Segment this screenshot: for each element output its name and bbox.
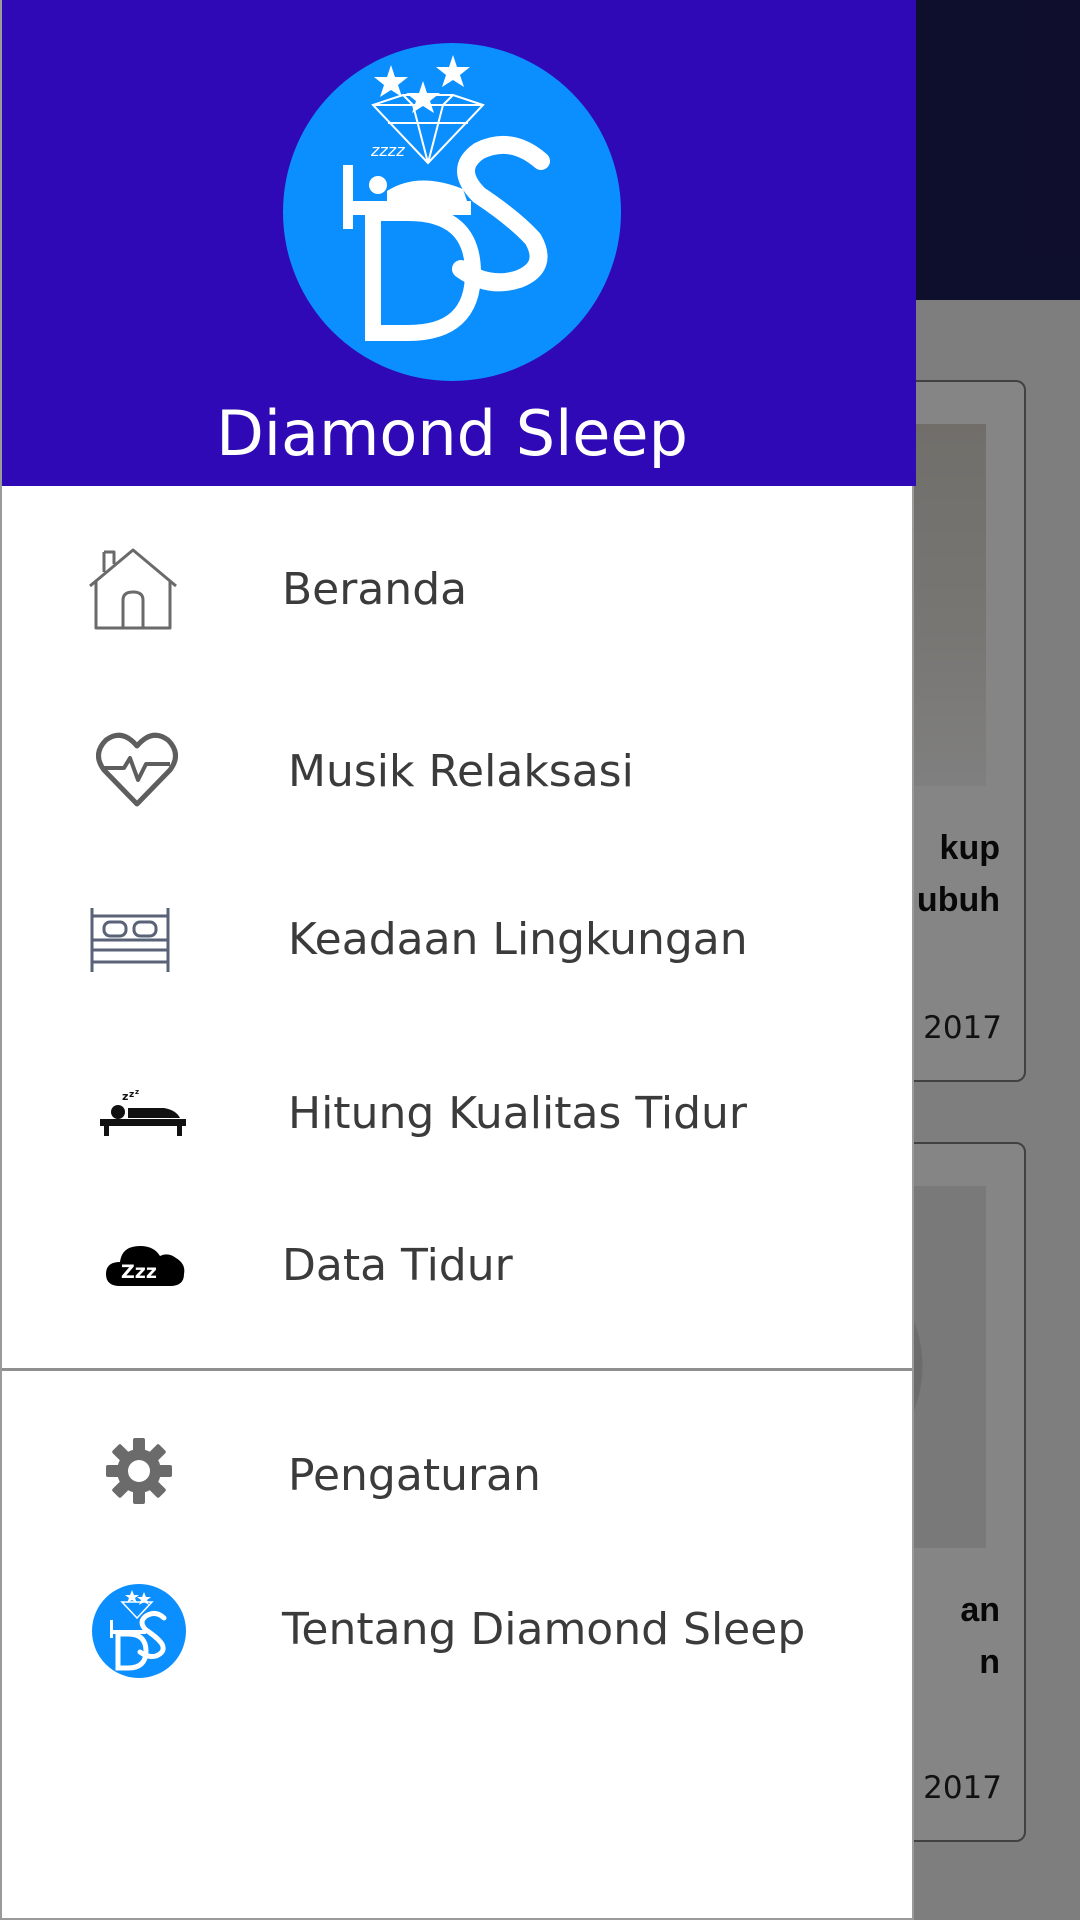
menu-label: Data Tidur <box>282 1240 513 1291</box>
svg-text:z: z <box>129 1090 134 1100</box>
menu-label: Hitung Kualitas Tidur <box>288 1088 747 1139</box>
svg-text:z: z <box>135 1088 139 1096</box>
menu-label: Pengaturan <box>288 1450 541 1501</box>
menu-item-musik-relaksasi[interactable]: Musik Relaksasi <box>2 700 912 840</box>
menu-item-keadaan-lingkungan[interactable]: Keadaan Lingkungan <box>2 870 912 1010</box>
zzz-cloud-icon: Zzz <box>106 1246 185 1286</box>
menu-label: Keadaan Lingkungan <box>288 914 748 965</box>
bed-icon <box>90 908 170 972</box>
logo-zzz: zzzz <box>370 141 405 160</box>
menu-label: Musik Relaksasi <box>288 746 634 797</box>
zzz-text: Zzz <box>121 1261 157 1283</box>
home-icon <box>89 548 177 630</box>
menu-item-data-tidur[interactable]: Zzz Data Tidur <box>2 1198 912 1338</box>
app-name: Diamond Sleep <box>216 397 688 470</box>
navigation-drawer: zzzz Diamond Sleep Beranda Musik Relaksa… <box>0 0 916 1920</box>
menu-item-hitung-kualitas-tidur[interactable]: z z z Hitung Kualitas Tidur <box>2 1044 912 1184</box>
menu-item-tentang-diamond-sleep[interactable]: Tentang Diamond Sleep <box>2 1562 912 1702</box>
svg-text:z: z <box>122 1090 128 1103</box>
menu-label: Tentang Diamond Sleep <box>282 1604 806 1655</box>
menu-item-beranda[interactable]: Beranda <box>2 526 912 666</box>
app-logo-icon <box>92 1584 186 1678</box>
drawer-header: zzzz Diamond Sleep <box>2 0 916 486</box>
menu-item-pengaturan[interactable]: Pengaturan <box>2 1406 912 1546</box>
screen: kup ubuh il 2017 an n ril 2017 zzzz Diam… <box>0 0 1080 1920</box>
menu-label: Beranda <box>282 564 468 615</box>
app-logo-icon: zzzz <box>283 43 621 381</box>
heart-pulse-icon <box>96 732 178 807</box>
menu-divider <box>2 1368 912 1371</box>
gear-icon <box>106 1438 172 1504</box>
sleeping-person-icon: z z z <box>100 1088 186 1136</box>
